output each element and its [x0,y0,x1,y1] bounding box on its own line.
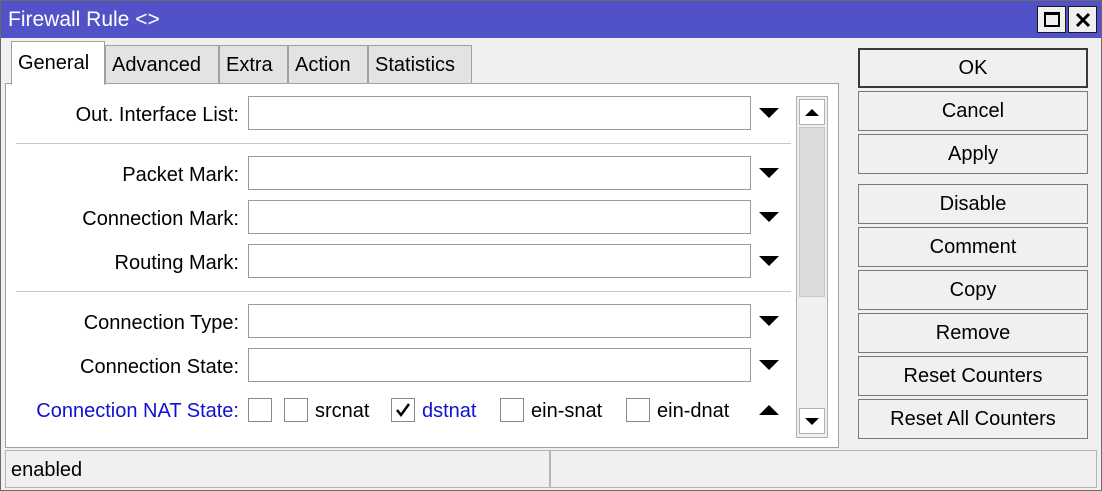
out-interface-list-field[interactable] [248,96,751,130]
scroll-down-icon [805,417,819,425]
comment-button[interactable]: Comment [858,227,1088,267]
cancel-button[interactable]: Cancel [858,91,1088,131]
tab-statistics[interactable]: Statistics [368,45,472,83]
ein-snat-label: ein-snat [531,400,603,422]
connection-mark-dropdown[interactable] [758,207,780,227]
tab-general[interactable]: General [11,41,105,85]
reset-counters-button[interactable]: Reset Counters [858,356,1088,396]
connection-nat-state-label: Connection NAT State: [36,400,239,422]
reset-all-counters-button[interactable]: Reset All Counters [858,399,1088,439]
connection-mark-field[interactable] [248,200,751,234]
status-bar-right [550,450,1097,488]
srcnat-label: srcnat [315,400,370,422]
nat-state-collapse-button[interactable] [758,400,780,420]
apply-button[interactable]: Apply [858,134,1088,174]
maximize-button[interactable] [1037,6,1066,33]
packet-mark-field[interactable] [248,156,751,190]
maximize-icon [1043,12,1060,27]
packet-mark-label: Packet Mark: [122,164,239,186]
disable-button[interactable]: Disable [858,184,1088,224]
tab-extra[interactable]: Extra [219,45,288,83]
firewall-rule-window: Firewall Rule <> General Advanced Extra … [0,0,1102,491]
routing-mark-dropdown[interactable] [758,251,780,271]
connection-state-dropdown[interactable] [758,355,780,375]
dropdown-arrow-icon [759,316,779,326]
scroll-up-icon [805,108,819,116]
close-icon [1075,12,1090,27]
ein-dnat-label: ein-dnat [657,400,730,422]
button-label: Apply [947,142,999,165]
ein-dnat-checkbox[interactable] [626,398,650,422]
button-label: Reset All Counters [890,407,1056,430]
button-label: Copy [949,278,997,301]
scrollbar-thumb[interactable] [799,127,825,297]
separator [16,291,791,292]
scroll-down-button[interactable] [799,408,825,434]
dstnat-checkbox[interactable] [391,398,415,422]
checkmark-icon [396,403,411,418]
connection-type-field[interactable] [248,304,751,338]
general-tab-panel: Out. Interface List: Packet Mark: Connec… [5,83,839,448]
tab-label: General [18,52,90,74]
collapse-arrow-icon [759,405,779,415]
dropdown-arrow-icon [759,360,779,370]
ein-snat-checkbox[interactable] [500,398,524,422]
separator [16,143,791,144]
status-text: enabled [11,459,83,481]
routing-mark-field[interactable] [248,244,751,278]
button-label: Remove [935,321,1011,344]
tab-label: Action [295,54,351,76]
dropdown-arrow-icon [759,256,779,266]
tab-advanced[interactable]: Advanced [105,45,219,83]
titlebar[interactable]: Firewall Rule <> [1,1,1101,38]
status-bar-left: enabled [5,450,550,488]
connection-type-label: Connection Type: [83,312,239,334]
button-label: Comment [929,235,1017,258]
connection-type-dropdown[interactable] [758,311,780,331]
connection-state-field[interactable] [248,348,751,382]
packet-mark-dropdown[interactable] [758,163,780,183]
connection-state-label: Connection State: [80,356,239,378]
srcnat-checkbox[interactable] [284,398,308,422]
close-button[interactable] [1068,6,1097,33]
button-label: Cancel [941,99,1005,122]
nat-state-negate-checkbox[interactable] [248,398,272,422]
button-label: OK [958,56,988,79]
tab-label: Extra [226,54,273,76]
button-label: Disable [939,192,1007,215]
tab-label: Advanced [112,54,201,76]
out-interface-list-label: Out. Interface List: [75,104,239,126]
out-interface-list-dropdown[interactable] [758,103,780,123]
ok-button[interactable]: OK [858,48,1088,88]
tab-label: Statistics [375,54,456,76]
dropdown-arrow-icon [759,212,779,222]
button-label: Reset Counters [903,364,1043,387]
dstnat-label: dstnat [422,400,477,422]
remove-button[interactable]: Remove [858,313,1088,353]
connection-mark-label: Connection Mark: [82,208,239,230]
window-title: Firewall Rule <> [8,8,160,31]
copy-button[interactable]: Copy [858,270,1088,310]
tab-action[interactable]: Action [288,45,368,83]
scroll-up-button[interactable] [799,99,825,125]
routing-mark-label: Routing Mark: [114,252,240,274]
vertical-scrollbar[interactable] [796,96,828,438]
dropdown-arrow-icon [759,168,779,178]
dropdown-arrow-icon [759,108,779,118]
